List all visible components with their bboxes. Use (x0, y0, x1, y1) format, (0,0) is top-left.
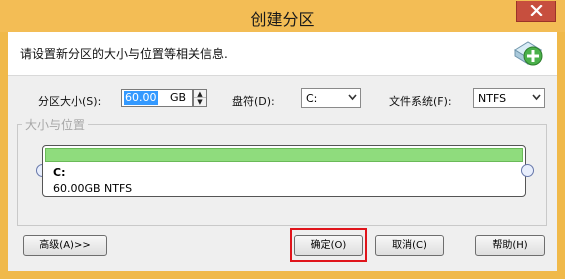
help-button[interactable]: 帮助(H) (475, 235, 545, 256)
ok-button-highlight (290, 228, 367, 262)
partition-drive-letter: C: (53, 166, 66, 179)
partition-size-spinner[interactable]: ▲ ▼ (193, 89, 207, 107)
drive-letter-select[interactable]: C: (301, 88, 361, 108)
cancel-button[interactable]: 取消(C) (375, 235, 444, 256)
file-system-select[interactable]: NTFS (473, 88, 545, 108)
chevron-down-icon (348, 94, 357, 101)
header-description: 请设置新分区的大小与位置等相关信息. (20, 47, 228, 61)
partition-size-unit: GB (170, 91, 187, 104)
drive-letter-value: C: (306, 92, 318, 105)
size-position-group-title: 大小与位置 (22, 116, 89, 133)
close-button[interactable] (516, 1, 556, 22)
partition-size-value: 60.00 (124, 91, 158, 105)
right-resize-handle[interactable] (521, 164, 534, 177)
create-partition-dialog: 创建分区 请设置新分区的大小与位置等相关信息. 分区大小(S): 60.00 G… (0, 0, 565, 279)
partition-usage-bar (45, 148, 523, 162)
drive-letter-label: 盘符(D): (232, 95, 275, 108)
spin-up-icon[interactable]: ▲ (194, 90, 206, 98)
add-disk-icon (514, 41, 543, 66)
partition-size-input[interactable]: 60.00 GB (121, 89, 193, 107)
chevron-down-icon (532, 94, 541, 101)
file-system-label: 文件系统(F): (389, 95, 452, 108)
partition-block[interactable]: C: 60.00GB NTFS (42, 145, 526, 197)
title-bar[interactable]: 创建分区 (0, 0, 565, 32)
close-icon (530, 5, 543, 16)
window-title: 创建分区 (250, 10, 315, 29)
partition-size-label: 分区大小(S): (38, 95, 102, 108)
header-band: 请设置新分区的大小与位置等相关信息. (8, 32, 557, 76)
advanced-button[interactable]: 高级(A)>> (23, 235, 107, 256)
file-system-value: NTFS (478, 92, 507, 105)
partition-size-info: 60.00GB NTFS (53, 182, 133, 195)
dialog-body: 请设置新分区的大小与位置等相关信息. 分区大小(S): 60.00 GB ▲ ▼… (8, 32, 557, 271)
spin-down-icon[interactable]: ▼ (194, 98, 206, 106)
